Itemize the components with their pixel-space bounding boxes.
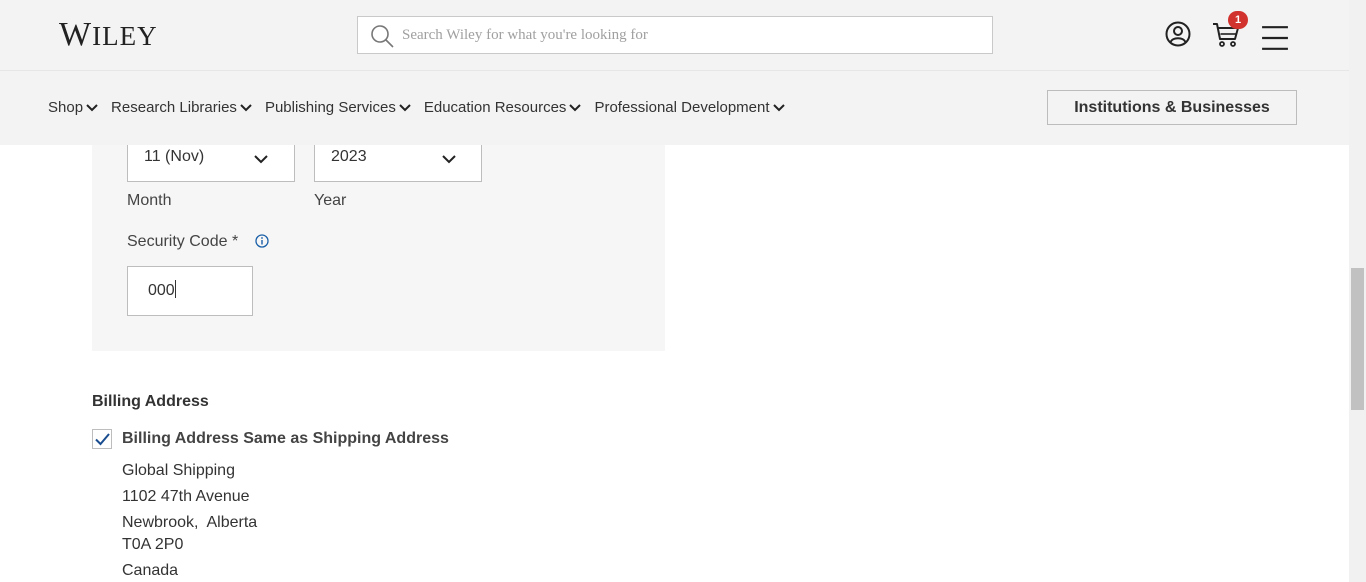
expiry-year-value: 2023 (331, 148, 367, 165)
security-code-value: 000 (148, 282, 175, 299)
text-cursor (174, 280, 176, 298)
nav-item-research-libraries[interactable]: Research Libraries (111, 99, 252, 116)
chevron-down-icon (772, 103, 785, 111)
year-label: Year (314, 192, 347, 209)
search-icon[interactable] (370, 24, 394, 48)
address-city-province: Newbrook, Alberta (122, 514, 258, 531)
site-header: WILEY 1 (0, 0, 1349, 70)
nav-item-education-resources[interactable]: Education Resources (424, 99, 582, 116)
security-code-input[interactable]: 000 (127, 266, 253, 316)
nav-item-label: Education Resources (423, 99, 567, 116)
month-label: Month (127, 192, 172, 209)
address-street: 1102 47th Avenue (122, 488, 250, 505)
search-bar[interactable] (357, 16, 993, 54)
nav-item-professional-development[interactable]: Professional Development (594, 99, 785, 116)
same-as-shipping-label[interactable]: Billing Address Same as Shipping Address (122, 430, 449, 448)
address-country: Canada (122, 562, 179, 579)
expiry-month-select[interactable]: 11 (Nov) (127, 145, 295, 182)
security-code-label: Security Code * (127, 233, 239, 250)
address-name: Global Shipping (122, 462, 235, 479)
info-icon[interactable] (255, 234, 269, 248)
main-nav: Shop Research Libraries Publishing Servi… (0, 70, 1349, 145)
chevron-down-icon (254, 155, 268, 164)
search-input[interactable] (402, 17, 982, 53)
address-postal-code: T0A 2P0 (122, 536, 184, 553)
scrollbar-thumb[interactable] (1351, 268, 1364, 410)
chevron-down-icon (569, 103, 582, 111)
nav-item-label: Research Libraries (111, 99, 237, 116)
expiry-year-select[interactable]: 2023 (314, 145, 482, 182)
chevron-down-icon (399, 103, 411, 111)
cart-count-badge: 1 (1228, 11, 1248, 29)
nav-item-label: Publishing Services (264, 99, 396, 116)
chevron-down-icon (240, 103, 252, 111)
billing-address-heading: Billing Address (92, 393, 209, 410)
chevron-down-icon (442, 155, 456, 164)
institutions-businesses-button[interactable]: Institutions & Businesses (1047, 90, 1297, 125)
chevron-down-icon (86, 103, 98, 111)
same-as-shipping-checkbox[interactable] (92, 429, 112, 449)
checkmark-icon (95, 433, 110, 446)
expiry-month-value: 11 (Nov) (144, 148, 205, 165)
account-icon[interactable] (1164, 20, 1192, 48)
nav-item-label: Professional Development (594, 99, 770, 116)
nav-item-shop[interactable]: Shop (48, 99, 98, 116)
nav-item-label: Shop (48, 99, 84, 116)
nav-item-publishing-services[interactable]: Publishing Services (265, 99, 411, 116)
menu-icon[interactable] (1261, 24, 1289, 52)
page-scrollbar[interactable] (1349, 0, 1366, 582)
wiley-logo[interactable]: WILEY (59, 16, 158, 55)
